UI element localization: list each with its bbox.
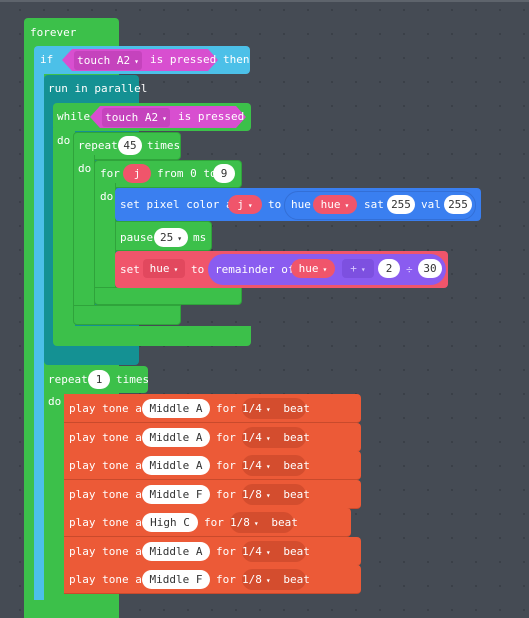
repeat-45-footer bbox=[73, 305, 181, 325]
pause-duration-dropdown[interactable]: 25 ▾ bbox=[154, 228, 188, 247]
while-do-label: do bbox=[57, 134, 71, 147]
repeat-1-count-input[interactable]: 1 bbox=[88, 370, 110, 389]
play-tone-label: play tone at bbox=[69, 459, 149, 472]
pixel-index-dropdown[interactable]: j ▾ bbox=[228, 195, 262, 214]
note-input[interactable]: Middle F bbox=[142, 484, 210, 504]
beat-dropdown[interactable]: 1/4 ▾ beat bbox=[242, 426, 310, 448]
play-tone-block[interactable]: play tone at Middle A for 1/4 ▾ beat bbox=[64, 536, 361, 566]
play-tone-block[interactable]: play tone at Middle F for 1/8 ▾ beat bbox=[64, 479, 361, 509]
for-label: for bbox=[216, 487, 236, 501]
for-label: for bbox=[216, 459, 236, 472]
for-end-value-input[interactable]: 9 bbox=[213, 164, 235, 183]
for-label: for bbox=[216, 573, 236, 586]
while-block-rail bbox=[53, 128, 75, 328]
hue-variable-dropdown[interactable]: hue ▾ bbox=[313, 195, 357, 214]
beat-dropdown[interactable]: 1/8 ▾ beat bbox=[242, 483, 310, 505]
repeat-do-label: do bbox=[78, 162, 92, 175]
is-pressed-label: is pressed bbox=[150, 53, 217, 66]
repeat-1-label: repeat bbox=[48, 373, 88, 386]
remainder-variable-dropdown[interactable]: hue ▾ bbox=[291, 259, 335, 278]
for-label: for bbox=[204, 516, 224, 529]
while-is-pressed-label: is pressed bbox=[178, 110, 245, 123]
for-block-footer bbox=[94, 287, 242, 305]
beat-dropdown[interactable]: 1/8 ▾ beat bbox=[230, 512, 298, 533]
sat-label: sat bbox=[364, 198, 384, 211]
remainder-of-label: remainder of bbox=[215, 263, 295, 276]
play-tone-block[interactable]: play tone at Middle A for 1/4 ▾ beat bbox=[64, 394, 361, 423]
operator-dropdown[interactable]: + ▾ bbox=[342, 259, 374, 278]
play-tone-label: play tone at bbox=[69, 516, 149, 529]
repeat-1-times-label: times bbox=[116, 373, 150, 386]
play-tone-block[interactable]: play tone at Middle F for 1/8 ▾ beat bbox=[64, 565, 361, 594]
if-label: if bbox=[40, 53, 54, 66]
set-variable-dropdown[interactable]: hue ▾ bbox=[143, 259, 185, 278]
sat-input[interactable]: 255 bbox=[387, 195, 415, 214]
play-tone-label: play tone at bbox=[69, 573, 149, 586]
set-to-label: to bbox=[191, 263, 205, 276]
for-label: for bbox=[216, 402, 236, 415]
repeat-count-input[interactable]: 45 bbox=[118, 136, 142, 155]
repeat-label: repeat bbox=[78, 139, 118, 152]
for-label: for bbox=[100, 167, 120, 180]
while-touch-sensor-dropdown[interactable]: touch A2 ▾ bbox=[102, 108, 170, 127]
play-tone-block[interactable]: play tone at Middle A for 1/4 ▾ beat bbox=[64, 422, 361, 452]
repeat-1-do-label: do bbox=[48, 395, 62, 408]
forever-label: forever bbox=[30, 26, 77, 39]
val-label: val bbox=[421, 198, 441, 211]
val-input[interactable]: 255 bbox=[444, 195, 472, 214]
note-input[interactable]: Middle A bbox=[142, 427, 210, 447]
from-to-label: from 0 to bbox=[157, 167, 217, 180]
note-input[interactable]: Middle A bbox=[142, 399, 210, 418]
then-label: then bbox=[223, 53, 250, 66]
for-label: for bbox=[216, 430, 236, 444]
beat-dropdown[interactable]: 1/4 ▾ beat bbox=[242, 540, 310, 562]
run-in-parallel-label: run in parallel bbox=[48, 82, 148, 95]
play-tone-label: play tone at bbox=[69, 487, 149, 501]
set-label: set bbox=[120, 263, 140, 276]
while-label: while bbox=[57, 110, 91, 123]
note-input[interactable]: Middle F bbox=[142, 570, 210, 589]
times-label: times bbox=[147, 139, 181, 152]
ms-label: ms bbox=[193, 231, 207, 244]
play-tone-block[interactable]: play tone at High C for 1/8 ▾ beat bbox=[64, 508, 351, 537]
repeat-45-rail bbox=[73, 155, 95, 307]
set-pixel-color-label: set pixel color at bbox=[120, 198, 240, 211]
play-tone-label: play tone at bbox=[69, 544, 149, 558]
operand-input[interactable]: 2 bbox=[378, 259, 400, 278]
repeat-1-rail bbox=[44, 390, 64, 600]
note-input[interactable]: Middle A bbox=[142, 456, 210, 475]
play-tone-label: play tone at bbox=[69, 402, 149, 415]
for-do-label: do bbox=[100, 190, 114, 203]
touch-sensor-dropdown[interactable]: touch A2 ▾ bbox=[74, 51, 142, 70]
for-variable-j[interactable]: j bbox=[123, 164, 151, 183]
hue-label: hue bbox=[291, 198, 311, 211]
if-block-body-rail bbox=[34, 70, 44, 600]
divide-symbol: ÷ bbox=[406, 263, 413, 276]
beat-dropdown[interactable]: 1/4 ▾ beat bbox=[242, 398, 310, 419]
workspace-top-border bbox=[0, 0, 529, 2]
play-tone-block[interactable]: play tone at Middle A for 1/4 ▾ beat bbox=[64, 451, 361, 480]
note-input[interactable]: Middle A bbox=[142, 541, 210, 561]
while-block-footer bbox=[53, 326, 251, 346]
beat-dropdown[interactable]: 1/4 ▾ beat bbox=[242, 455, 310, 476]
for-label: for bbox=[216, 544, 236, 558]
to-label: to bbox=[268, 198, 282, 211]
beat-dropdown[interactable]: 1/8 ▾ beat bbox=[242, 569, 310, 590]
play-tone-label: play tone at bbox=[69, 430, 149, 444]
pause-label: pause bbox=[120, 231, 154, 244]
divisor-input[interactable]: 30 bbox=[418, 259, 442, 278]
note-input[interactable]: High C bbox=[142, 513, 198, 532]
